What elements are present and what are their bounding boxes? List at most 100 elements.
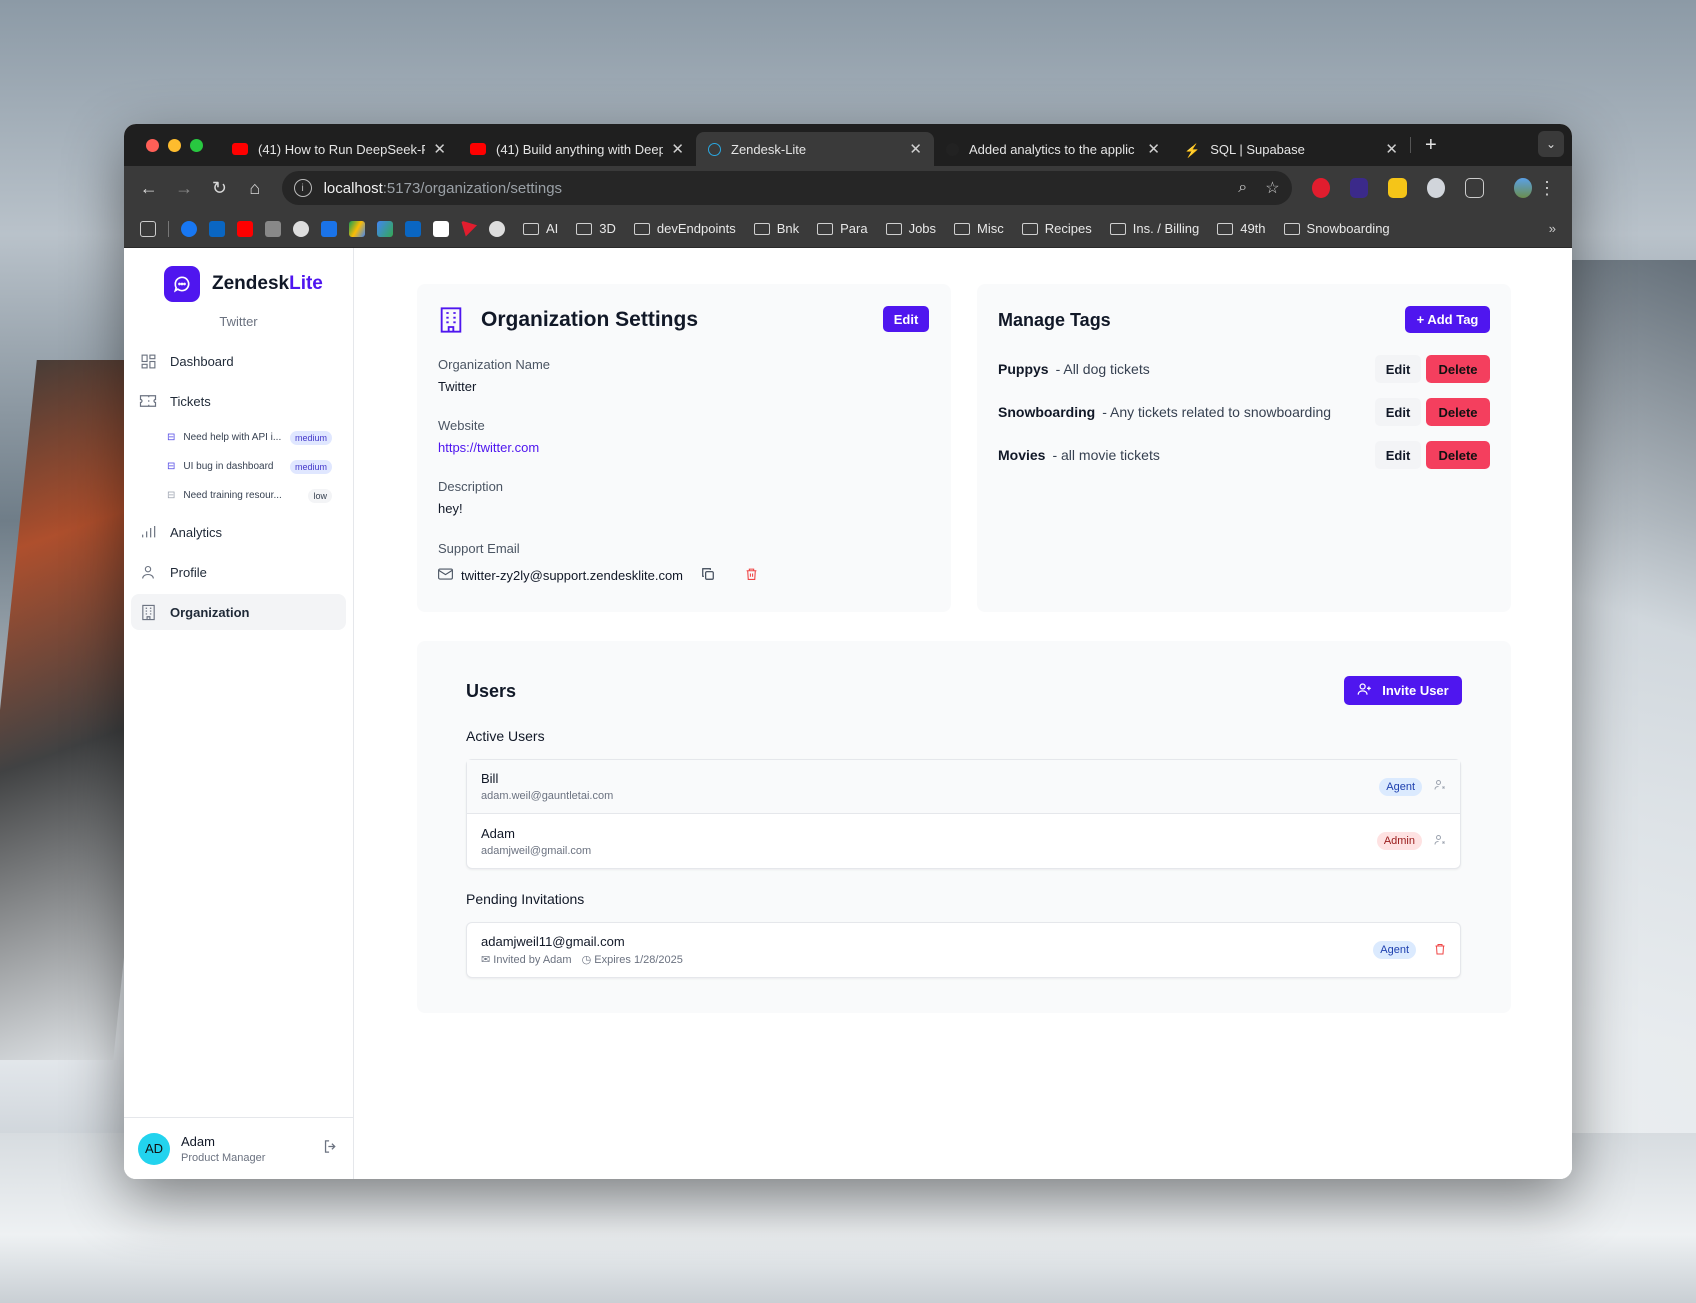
ads-icon[interactable] xyxy=(377,220,393,237)
folder-icon xyxy=(954,222,971,235)
more-bookmarks-icon[interactable]: » xyxy=(1549,221,1556,236)
bookmark-folder[interactable]: 49th xyxy=(1217,221,1266,236)
folder-icon xyxy=(1109,222,1126,235)
bookmark-folder[interactable]: Snowboarding xyxy=(1283,221,1390,236)
nav-analytics[interactable]: Analytics xyxy=(131,514,346,550)
bookmark-folder[interactable]: Ins. / Billing xyxy=(1109,221,1199,236)
bookmark-folder[interactable]: 3D xyxy=(576,221,616,236)
invite-user-label: Invite User xyxy=(1382,683,1449,698)
close-tab-icon[interactable]: ✕ xyxy=(909,140,922,158)
profile-avatar-icon[interactable] xyxy=(1513,178,1532,198)
invite-user-button[interactable]: Invite User xyxy=(1344,676,1462,705)
org-settings-title: Organization Settings xyxy=(481,308,699,331)
home-icon[interactable]: ⌂ xyxy=(240,172,269,204)
delete-tag-button[interactable]: Delete xyxy=(1426,355,1490,383)
forward-arrow-icon[interactable]: → xyxy=(169,172,198,204)
browser-menu-icon[interactable]: ⋮ xyxy=(1538,178,1556,199)
bookmark-folder[interactable]: Bnk xyxy=(753,221,799,236)
apps-grid-icon[interactable] xyxy=(140,220,156,237)
chat-bubble-logo-icon xyxy=(164,266,200,302)
brand[interactable]: ZendeskLite xyxy=(124,248,353,302)
ticket-list-item[interactable]: ⊟ Need training resour... low xyxy=(131,481,346,510)
active-users-heading: Active Users xyxy=(466,728,545,744)
drive-icon[interactable] xyxy=(349,220,365,237)
extension-icon[interactable] xyxy=(1311,178,1330,198)
user-plus-icon xyxy=(1357,682,1372,699)
close-tab-icon[interactable]: ✕ xyxy=(671,140,684,158)
user-row[interactable]: Bill adam.weil@gauntletai.com Agent xyxy=(467,760,1460,814)
nav-organization[interactable]: Organization xyxy=(131,594,346,630)
extension-eye-icon[interactable] xyxy=(1349,178,1369,198)
globe-icon[interactable] xyxy=(489,220,505,237)
invitation-row[interactable]: adamjweil11@gmail.com ✉ Invited by Adam … xyxy=(467,923,1460,977)
close-tab-icon[interactable]: ✕ xyxy=(1385,140,1398,158)
brand-name: ZendeskLite xyxy=(212,273,323,295)
minimize-window-button[interactable] xyxy=(168,138,181,152)
tag-row: Movies - all movie tickets Edit Delete xyxy=(998,441,1490,469)
user-row[interactable]: Adam adamjweil@gmail.com Admin xyxy=(467,814,1460,868)
website-link[interactable]: https://twitter.com xyxy=(438,440,539,455)
maximize-window-button[interactable] xyxy=(190,138,203,152)
bookmark-folder[interactable]: Para xyxy=(817,221,868,236)
bookmark-folder[interactable]: Recipes xyxy=(1021,221,1092,236)
edit-tag-button[interactable]: Edit xyxy=(1375,398,1421,426)
bookmark-site-icon[interactable] xyxy=(265,220,281,237)
browser-tab[interactable]: (41) Build anything with Deep ✕ xyxy=(458,132,696,166)
nav-tickets[interactable]: Tickets xyxy=(131,383,346,419)
extension-warning-icon[interactable] xyxy=(1388,178,1407,198)
new-tab-button[interactable]: + xyxy=(1425,134,1437,157)
copy-icon[interactable] xyxy=(701,567,715,584)
folder-icon xyxy=(633,222,650,235)
avatar[interactable]: AD xyxy=(138,1132,170,1165)
youtube-bookmark-icon[interactable] xyxy=(237,220,253,237)
back-arrow-icon[interactable]: ← xyxy=(134,172,163,204)
invited-by-text: Invited by Adam xyxy=(493,954,572,966)
address-bar[interactable]: i localhost :5173/organization/settings … xyxy=(281,171,1292,205)
browser-tab[interactable]: Added analytics to the applic ✕ xyxy=(934,132,1172,166)
nav-tickets-label: Tickets xyxy=(170,393,211,409)
browser-tab[interactable]: ⚡ SQL | Supabase ✕ xyxy=(1172,132,1410,166)
github-bookmark-icon[interactable] xyxy=(293,220,309,237)
extensions-puzzle-icon[interactable] xyxy=(1465,178,1484,198)
extension-s-icon[interactable] xyxy=(1426,178,1446,198)
main-content: Organization Settings Edit Organization … xyxy=(354,248,1572,1179)
bookmark-folder[interactable]: devEndpoints xyxy=(633,221,736,236)
bookmark-star-icon[interactable]: ☆ xyxy=(1265,178,1279,198)
nav-profile[interactable]: Profile xyxy=(131,554,346,590)
nav-dashboard[interactable]: Dashboard xyxy=(131,343,346,379)
logout-icon[interactable] xyxy=(322,1138,339,1160)
trash-icon[interactable] xyxy=(1434,943,1446,958)
close-window-button[interactable] xyxy=(146,138,159,152)
delete-tag-button[interactable]: Delete xyxy=(1426,398,1490,426)
user-settings-icon[interactable] xyxy=(1434,779,1446,794)
user-row-email: adam.weil@gauntletai.com xyxy=(481,790,614,802)
user-settings-icon[interactable] xyxy=(1434,834,1446,849)
zoom-icon[interactable]: ⌕ xyxy=(1238,179,1247,197)
linkedin-icon[interactable] xyxy=(209,220,225,237)
facebook-icon[interactable] xyxy=(181,220,197,237)
folder-icon xyxy=(1021,222,1038,235)
bookmark-folder[interactable]: Jobs xyxy=(885,221,936,236)
bookmark-folder[interactable]: Misc xyxy=(954,221,1004,236)
site-info-icon[interactable]: i xyxy=(293,179,312,197)
bookmark-folder[interactable]: AI xyxy=(523,221,558,236)
amazon-icon[interactable] xyxy=(433,220,449,237)
edit-organization-button[interactable]: Edit xyxy=(883,306,929,332)
organization-settings-card: Organization Settings Edit Organization … xyxy=(417,284,951,612)
delete-tag-button[interactable]: Delete xyxy=(1426,441,1490,469)
edit-tag-button[interactable]: Edit xyxy=(1375,355,1421,383)
reload-icon[interactable]: ↻ xyxy=(205,172,234,204)
calendar-icon[interactable] xyxy=(321,220,337,237)
tab-search-chevron-icon[interactable]: ⌄ xyxy=(1538,131,1564,157)
flag-icon[interactable] xyxy=(461,220,477,237)
ticket-list-item[interactable]: ⊟ UI bug in dashboard medium xyxy=(131,452,346,481)
browser-tab[interactable]: (41) How to Run DeepSeek-R ✕ xyxy=(220,132,458,166)
linkedin-icon-2[interactable] xyxy=(405,220,421,237)
close-tab-icon[interactable]: ✕ xyxy=(1147,140,1160,158)
ticket-list-item[interactable]: ⊟ Need help with API i... medium xyxy=(131,423,346,452)
add-tag-button[interactable]: + Add Tag xyxy=(1405,306,1490,333)
edit-tag-button[interactable]: Edit xyxy=(1375,441,1421,469)
trash-icon[interactable] xyxy=(745,567,758,584)
close-tab-icon[interactable]: ✕ xyxy=(433,140,446,158)
browser-tab-active[interactable]: Zendesk-Lite ✕ xyxy=(696,132,934,166)
